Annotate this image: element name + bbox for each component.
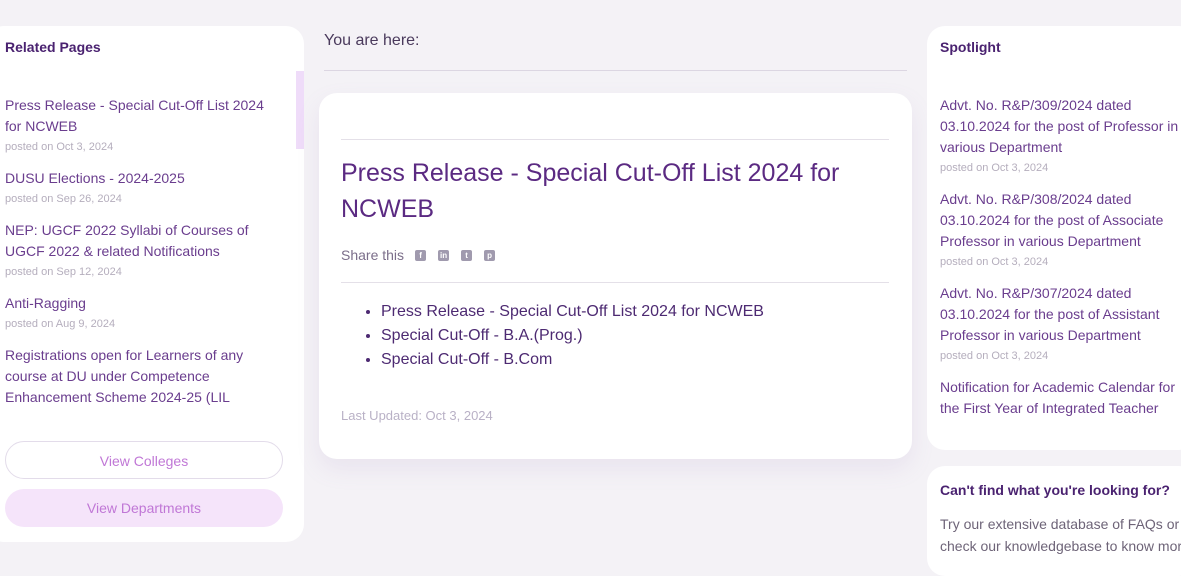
spotlight-item-date: posted on Oct 3, 2024 — [940, 256, 1049, 268]
list-item[interactable]: Notification for Academic Calendar for t… — [940, 377, 1181, 419]
divider — [324, 70, 907, 71]
view-colleges-button[interactable]: View Colleges — [5, 441, 283, 479]
related-item-date: posted on Sep 26, 2024 — [5, 193, 122, 205]
related-item-title[interactable]: NEP: UGCF 2022 Syllabi of Courses of UGC… — [5, 220, 275, 262]
help-title: Can't find what you're looking for? — [940, 482, 1170, 498]
article-links: Press Release - Special Cut-Off List 202… — [341, 300, 764, 372]
spotlight-list[interactable]: Advt. No. R&P/309/2024 dated 03.10.2024 … — [940, 95, 1181, 446]
related-pages-title: Related Pages — [5, 39, 101, 55]
spotlight-item-date: posted on Oct 3, 2024 — [940, 350, 1049, 362]
linkedin-icon[interactable]: in — [438, 249, 450, 261]
help-text: Try our extensive database of FAQs or ch… — [940, 516, 1181, 554]
article-link[interactable]: Press Release - Special Cut-Off List 202… — [381, 300, 764, 324]
related-item-title[interactable]: Anti-Ragging — [5, 293, 275, 314]
related-pages-panel: Related Pages Press Release - Special Cu… — [0, 26, 304, 542]
scrollbar[interactable] — [296, 71, 304, 149]
spotlight-item-title[interactable]: Advt. No. R&P/309/2024 dated 03.10.2024 … — [940, 95, 1181, 158]
related-pages-list[interactable]: Press Release - Special Cut-Off List 202… — [5, 95, 275, 457]
spotlight-item-title[interactable]: Notification for Academic Calendar for t… — [940, 377, 1181, 419]
last-updated: Last Updated: Oct 3, 2024 — [341, 408, 493, 423]
spotlight-panel: Spotlight Advt. No. R&P/309/2024 dated 0… — [927, 26, 1181, 450]
list-item[interactable]: Registrations open for Learners of any c… — [5, 345, 275, 408]
article-card: Press Release - Special Cut-Off List 202… — [319, 93, 912, 459]
divider — [341, 282, 889, 283]
share-bar: Share this f in t p — [341, 247, 507, 263]
list-item[interactable]: Press Release - Special Cut-Off List 202… — [5, 95, 275, 154]
spotlight-item-title[interactable]: Advt. No. R&P/308/2024 dated 03.10.2024 … — [940, 189, 1181, 252]
list-item[interactable]: NEP: UGCF 2022 Syllabi of Courses of UGC… — [5, 220, 275, 279]
divider — [341, 139, 889, 140]
related-item-title[interactable]: Press Release - Special Cut-Off List 202… — [5, 95, 275, 137]
related-item-title[interactable]: DUSU Elections - 2024-2025 — [5, 168, 275, 189]
related-item-date: posted on Sep 12, 2024 — [5, 266, 122, 278]
pinterest-icon[interactable]: p — [484, 249, 496, 261]
share-label: Share this — [341, 247, 405, 263]
related-item-date: posted on Aug 9, 2024 — [5, 318, 116, 330]
list-item[interactable]: Advt. No. R&P/307/2024 dated 03.10.2024 … — [940, 283, 1181, 363]
list-item[interactable]: DUSU Elections - 2024-2025 posted on Sep… — [5, 168, 275, 206]
twitter-icon[interactable]: t — [461, 249, 473, 261]
related-item-date: posted on Oct 3, 2024 — [5, 141, 114, 153]
facebook-icon[interactable]: f — [415, 249, 427, 261]
breadcrumb: You are here: — [324, 32, 420, 49]
spotlight-item-date: posted on Oct 3, 2024 — [940, 162, 1049, 174]
list-item[interactable]: Advt. No. R&P/309/2024 dated 03.10.2024 … — [940, 95, 1181, 175]
article-link[interactable]: Special Cut-Off - B.Com — [381, 348, 764, 372]
spotlight-item-title[interactable]: Advt. No. R&P/307/2024 dated 03.10.2024 … — [940, 283, 1181, 346]
page-title: Press Release - Special Cut-Off List 202… — [341, 159, 840, 223]
related-item-title[interactable]: Registrations open for Learners of any c… — [5, 345, 275, 408]
list-item[interactable]: Anti-Ragging posted on Aug 9, 2024 — [5, 293, 275, 331]
help-panel: Can't find what you're looking for? Try … — [927, 466, 1181, 576]
article-link[interactable]: Special Cut-Off - B.A.(Prog.) — [381, 324, 764, 348]
view-departments-button[interactable]: View Departments — [5, 489, 283, 527]
spotlight-title: Spotlight — [940, 39, 1001, 55]
list-item[interactable]: Advt. No. R&P/308/2024 dated 03.10.2024 … — [940, 189, 1181, 269]
